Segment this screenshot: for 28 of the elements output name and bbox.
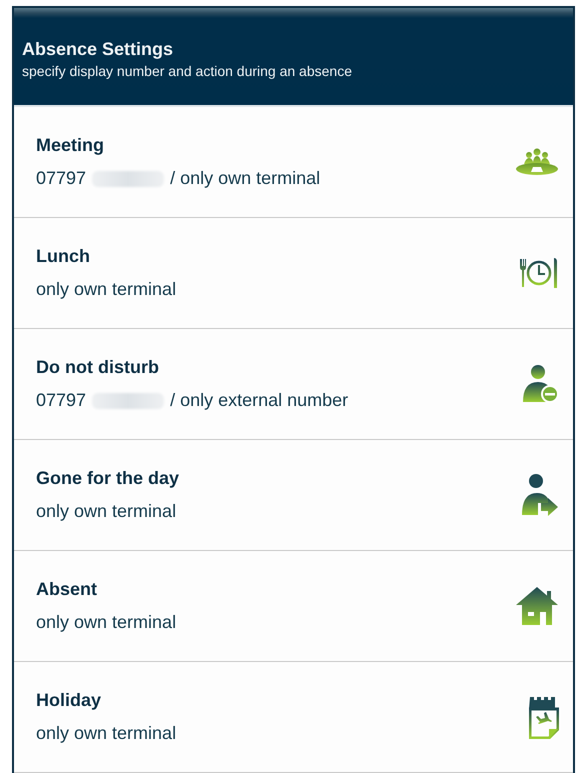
house-icon bbox=[515, 586, 559, 626]
header-title: Absence Settings bbox=[22, 39, 174, 60]
item-title: Meeting bbox=[36, 135, 106, 156]
fork-clock-knife-icon bbox=[519, 255, 559, 291]
person-exit-icon bbox=[521, 473, 559, 517]
absence-item[interactable]: Do not disturb 07797 / only external number bbox=[14, 329, 573, 440]
person-minus-icon bbox=[521, 364, 559, 404]
item-action: only own terminal bbox=[36, 612, 176, 633]
absence-item[interactable]: Holiday only own terminal bbox=[14, 662, 573, 773]
item-title: Lunch bbox=[36, 246, 91, 267]
meeting-table-icon bbox=[515, 147, 559, 177]
item-title: Gone for the day bbox=[36, 468, 180, 489]
item-action: / only own terminal bbox=[170, 168, 320, 189]
absence-item[interactable]: Gone for the day only own terminal bbox=[14, 440, 573, 551]
item-title: Holiday bbox=[36, 690, 102, 711]
item-action: / only external number bbox=[170, 390, 348, 411]
item-title: Absent bbox=[36, 579, 98, 600]
absence-item[interactable]: Absent only own terminal bbox=[14, 551, 573, 662]
item-title: Do not disturb bbox=[36, 357, 160, 378]
calendar-plane-icon bbox=[529, 695, 559, 739]
phone-number: 07797 bbox=[36, 168, 86, 189]
header-subtitle: specify display number and action during an absence bbox=[22, 63, 353, 79]
absence-item[interactable]: Lunch only own terminal bbox=[14, 218, 573, 329]
absence-item[interactable]: Meeting 07797 / only own terminal bbox=[14, 107, 573, 218]
item-action: only own terminal bbox=[36, 723, 176, 744]
item-action: only own terminal bbox=[36, 501, 176, 522]
item-action: only own terminal bbox=[36, 279, 176, 300]
phone-number: 07797 bbox=[36, 390, 86, 411]
